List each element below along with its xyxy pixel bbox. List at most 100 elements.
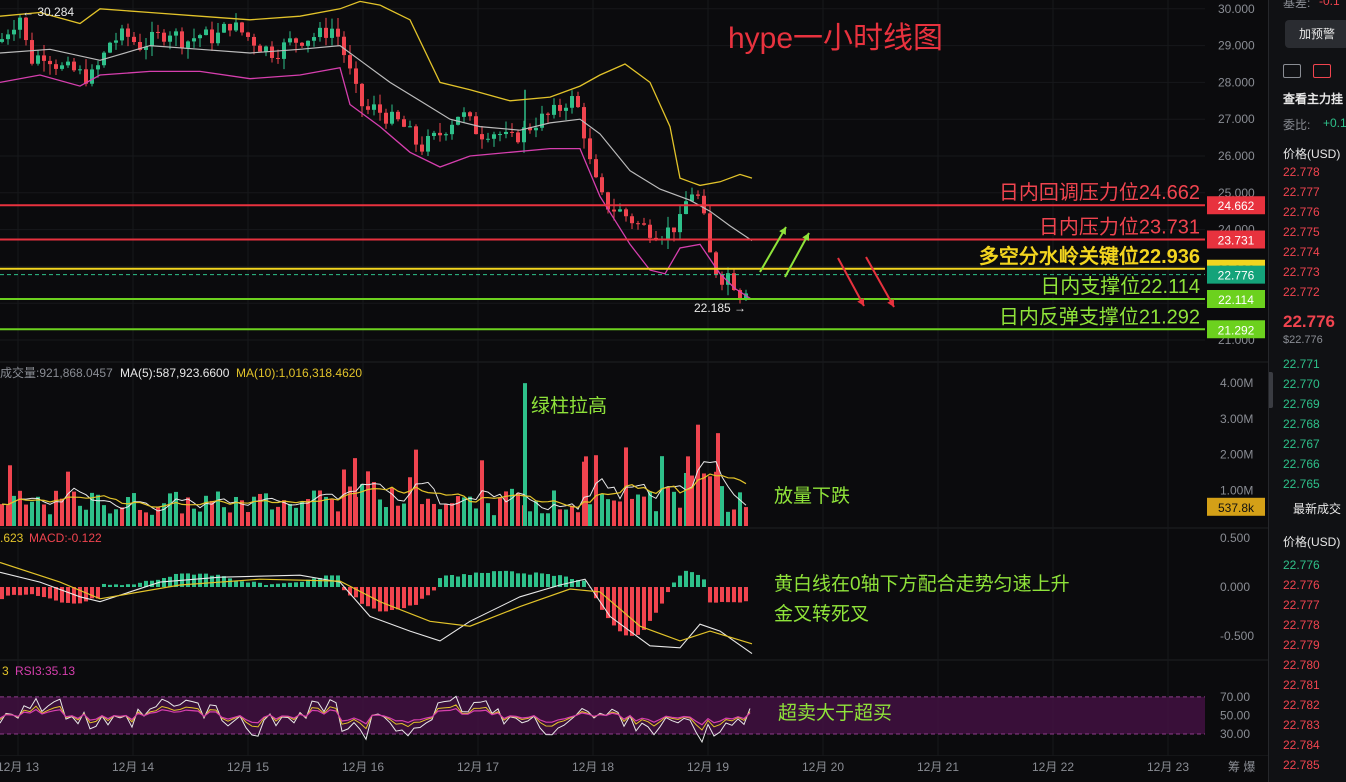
- volume-bar: [324, 496, 328, 526]
- volume-bar: [222, 507, 226, 526]
- volume-bar: [228, 512, 232, 526]
- volume-annotation-falling: 放量下跌: [774, 485, 850, 507]
- candle-body: [288, 38, 292, 43]
- bid-row[interactable]: 22.769: [1283, 397, 1320, 411]
- main-orders-link[interactable]: 查看主力挂: [1283, 90, 1343, 107]
- macd-histogram-bar: [564, 576, 568, 587]
- volume-bar: [576, 512, 580, 526]
- x-tick-label: 12月 20: [802, 760, 844, 774]
- candle-body: [600, 177, 604, 193]
- macd-histogram-bar: [18, 587, 22, 596]
- asks-mode-icon[interactable]: [1313, 64, 1331, 78]
- candle-body: [114, 40, 118, 43]
- volume-bar: [258, 493, 262, 526]
- trades-title[interactable]: 最新成交: [1293, 500, 1341, 517]
- macd-histogram-bar: [84, 587, 88, 602]
- chart-background: [0, 0, 1268, 782]
- macd-histogram-bar: [6, 587, 10, 596]
- volume-bar: [174, 491, 178, 526]
- hype-hourly-chart[interactable]: 30.00029.00028.00027.00026.00025.00024.0…: [0, 0, 1268, 782]
- macd-histogram-bar: [702, 579, 706, 587]
- candle-body: [486, 138, 490, 140]
- bid-row[interactable]: 22.771: [1283, 357, 1320, 371]
- volume-bar: [732, 509, 736, 526]
- volume-bar: [102, 505, 106, 526]
- candle-body: [228, 23, 232, 31]
- macd-histogram-bar: [540, 573, 544, 587]
- candle-body: [396, 111, 400, 120]
- macd-histogram-bar: [270, 584, 274, 587]
- low-price-label: 22.185 →: [694, 301, 746, 315]
- candle-body: [678, 214, 682, 233]
- volume-bar: [492, 515, 496, 526]
- candle-body: [42, 55, 46, 61]
- volume-bar: [708, 476, 712, 526]
- add-alert-button[interactable]: 加预警: [1285, 20, 1346, 48]
- candle-body: [558, 104, 562, 111]
- bid-row[interactable]: 22.770: [1283, 377, 1320, 391]
- bid-row[interactable]: 22.765: [1283, 477, 1320, 491]
- macd-histogram-bar: [738, 587, 742, 603]
- volume-bar: [330, 498, 334, 526]
- volume-bar: [546, 513, 550, 526]
- macd-tick-label: -0.500: [1220, 629, 1254, 643]
- trade-row: 22.782: [1283, 698, 1320, 712]
- macd-histogram-bar: [294, 582, 298, 587]
- rsi-annotation: 超卖大于超买: [778, 702, 892, 724]
- candle-body: [570, 96, 574, 108]
- candle-body: [174, 31, 178, 36]
- bid-row[interactable]: 22.767: [1283, 437, 1320, 451]
- x-axis-end-label: 筹 爆: [1228, 760, 1255, 774]
- candle-body: [330, 28, 334, 38]
- volume-bar: [498, 498, 502, 526]
- candle-body: [60, 65, 64, 69]
- candle-body: [498, 134, 502, 136]
- ask-row[interactable]: 22.772: [1283, 285, 1320, 299]
- candle-body: [462, 112, 466, 117]
- volume-bar: [264, 493, 268, 526]
- volume-bar: [180, 513, 184, 526]
- volume-bar: [420, 504, 424, 526]
- volume-bar: [204, 495, 208, 526]
- macd-histogram-bar: [528, 574, 532, 587]
- macd-histogram-bar: [648, 587, 652, 621]
- candle-body: [306, 40, 310, 46]
- macd-histogram-bar: [660, 587, 664, 604]
- macd-histogram-bar: [288, 582, 292, 587]
- volume-bar: [84, 509, 88, 526]
- ask-row[interactable]: 22.777: [1283, 185, 1320, 199]
- macd-histogram-bar: [258, 582, 262, 587]
- macd-histogram-bar: [480, 572, 484, 587]
- rsi-tick-label: 30.00: [1220, 727, 1250, 741]
- order-book-mode-icon[interactable]: [1283, 64, 1301, 78]
- macd-histogram-bar: [432, 587, 436, 591]
- candle-body: [12, 29, 16, 35]
- volume-bar: [408, 477, 412, 526]
- candle-body: [618, 209, 622, 212]
- panel-resize-handle[interactable]: [1269, 372, 1273, 408]
- volume-bar: [678, 507, 682, 526]
- candle-body: [594, 159, 598, 178]
- volume-bar: [540, 513, 544, 526]
- ask-row[interactable]: 22.774: [1283, 245, 1320, 259]
- volume-bar: [276, 506, 280, 526]
- volume-bar: [384, 507, 388, 526]
- ask-row[interactable]: 22.778: [1283, 165, 1320, 179]
- ask-row[interactable]: 22.773: [1283, 265, 1320, 279]
- volume-bar: [42, 504, 46, 526]
- candle-body: [432, 132, 436, 137]
- trade-row: 22.780: [1283, 658, 1320, 672]
- macd-histogram-bar: [120, 585, 124, 587]
- ask-row[interactable]: 22.776: [1283, 205, 1320, 219]
- macd-histogram-bar: [690, 572, 694, 587]
- volume-bar: [312, 490, 316, 526]
- rsi-header-left: 3: [2, 664, 9, 678]
- bid-row[interactable]: 22.766: [1283, 457, 1320, 471]
- ask-row[interactable]: 22.775: [1283, 225, 1320, 239]
- volume-bar: [738, 492, 742, 526]
- volume-bar: [516, 492, 520, 526]
- candle-body: [216, 32, 220, 44]
- macd-histogram-bar: [438, 578, 442, 587]
- volume-bar: [438, 509, 442, 526]
- bid-row[interactable]: 22.768: [1283, 417, 1320, 431]
